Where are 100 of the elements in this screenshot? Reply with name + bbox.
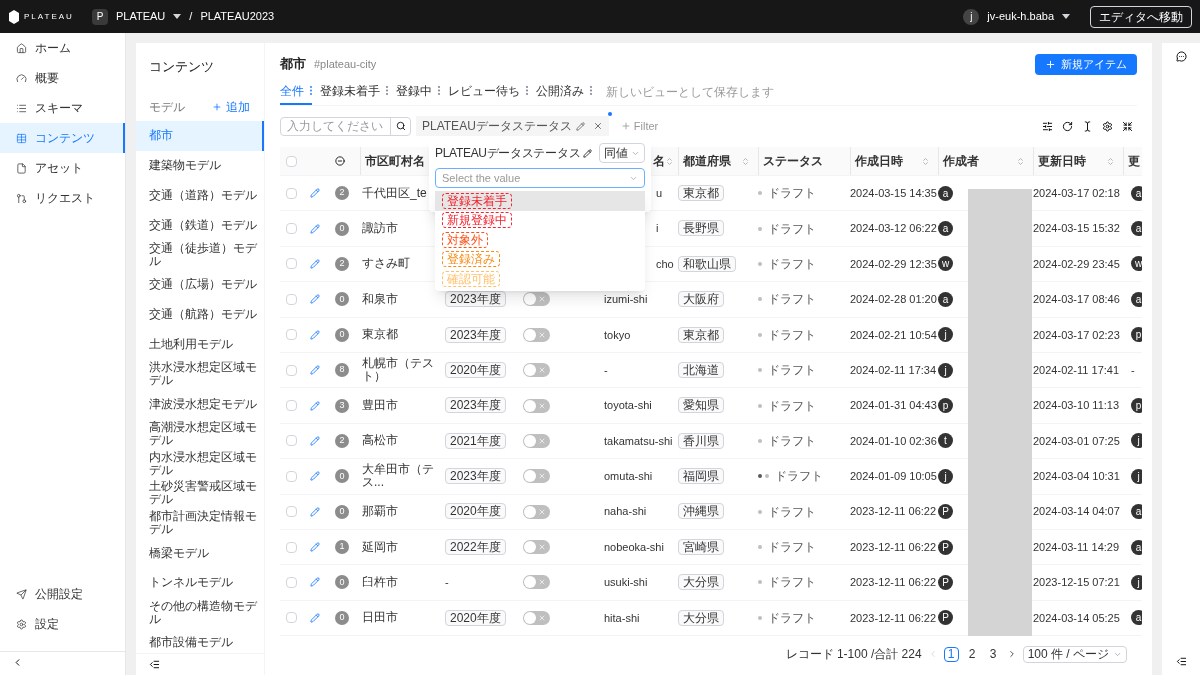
page-size-select[interactable]: 100 件 / ページ	[1022, 645, 1127, 663]
row-checkbox[interactable]	[286, 293, 297, 305]
model-item[interactable]: 都市設備モデル	[136, 627, 264, 653]
edit-icon[interactable]	[310, 258, 320, 269]
nav-item[interactable]: ホーム	[0, 33, 125, 63]
model-item[interactable]: 土砂災害警戒区域モデル	[136, 478, 264, 509]
search-field[interactable]: 入力してください	[280, 116, 411, 136]
model-item[interactable]: 都市計画決定情報モデル	[136, 508, 264, 539]
edit-icon[interactable]	[310, 471, 320, 482]
add-model-button[interactable]: 追加	[212, 98, 250, 116]
sort-icon[interactable]	[921, 156, 930, 166]
edit-icon[interactable]	[310, 542, 320, 553]
close-icon[interactable]	[592, 121, 603, 131]
editor-button[interactable]: エディタへ移動	[1090, 5, 1192, 28]
toggle-switch[interactable]	[523, 575, 550, 590]
operator-select[interactable]: 同値	[599, 143, 645, 163]
row-checkbox[interactable]	[286, 223, 297, 235]
model-item[interactable]: トンネルモデル	[136, 567, 264, 598]
model-item[interactable]: 交通（道路）モデル	[136, 180, 264, 211]
dropdown-option[interactable]: 新規登録中	[435, 210, 645, 230]
edit-icon[interactable]	[310, 188, 320, 199]
page-number[interactable]: 3	[985, 646, 1001, 662]
model-item[interactable]: 内水浸水想定区域モデル	[136, 448, 264, 479]
nav-item[interactable]: 設定	[0, 609, 125, 639]
new-item-button[interactable]: 新規アイテム	[1035, 53, 1137, 75]
model-item[interactable]: 建築物モデル	[136, 150, 264, 181]
edit-icon[interactable]	[310, 294, 320, 305]
model-item[interactable]: 都市	[136, 121, 264, 151]
model-item[interactable]: その他の構造物モデル	[136, 597, 264, 628]
density-icon[interactable]	[1082, 120, 1093, 132]
select-all-checkbox[interactable]	[286, 155, 297, 167]
view-tab[interactable]: 登録中	[396, 81, 432, 100]
row-checkbox[interactable]	[286, 470, 297, 482]
edit-icon[interactable]	[310, 365, 320, 376]
view-tab[interactable]: レビュー待ち	[448, 81, 520, 100]
row-checkbox[interactable]	[286, 506, 297, 518]
row-checkbox[interactable]	[286, 364, 297, 376]
sort-icon[interactable]	[1016, 156, 1025, 166]
edit-icon[interactable]	[583, 148, 593, 158]
view-tab[interactable]: 登録未着手	[320, 81, 380, 100]
comment-icon[interactable]	[1175, 51, 1187, 62]
nav-item[interactable]: コンテンツ	[0, 123, 125, 153]
table-cell: 2024-02-29 12:35	[850, 257, 937, 270]
nav-item[interactable]: スキーマ	[0, 93, 125, 123]
collapse-icon[interactable]	[1175, 656, 1187, 667]
fullscreen-icon[interactable]	[1122, 120, 1133, 132]
view-tab[interactable]: 全件	[280, 81, 304, 100]
model-item[interactable]: 交通（航路）モデル	[136, 299, 264, 330]
edit-icon[interactable]	[310, 435, 320, 446]
model-item[interactable]: 交通（広場）モデル	[136, 270, 264, 300]
nav-item[interactable]: 概要	[0, 63, 125, 93]
edit-icon[interactable]	[310, 400, 320, 411]
tag: 2020年度	[445, 361, 506, 378]
toggle-switch[interactable]	[523, 540, 550, 555]
edit-icon[interactable]	[310, 223, 320, 234]
sort-icon[interactable]	[741, 156, 750, 166]
toggle-switch[interactable]	[523, 610, 550, 625]
edit-icon[interactable]	[575, 121, 585, 131]
row-checkbox[interactable]	[286, 329, 297, 341]
model-item[interactable]: 土地利用モデル	[136, 329, 264, 360]
model-item[interactable]: 橋梁モデル	[136, 538, 264, 568]
sort-icon[interactable]	[665, 156, 674, 166]
row-checkbox[interactable]	[286, 577, 297, 588]
toggle-switch[interactable]	[523, 433, 550, 448]
comment-count: 0	[335, 221, 349, 236]
nav-item[interactable]: リクエスト	[0, 183, 125, 213]
search-icon[interactable]	[395, 121, 406, 131]
edit-icon[interactable]	[310, 329, 320, 340]
toggle-switch[interactable]	[523, 292, 550, 307]
edit-icon[interactable]	[310, 612, 320, 623]
edit-icon[interactable]	[310, 506, 320, 517]
page-number[interactable]: 2	[964, 646, 980, 662]
model-item[interactable]: 洪水浸水想定区域モデル	[136, 359, 264, 390]
user-menu[interactable]: jv-euk-h.baba	[987, 8, 1054, 25]
columns-icon[interactable]	[1042, 120, 1053, 132]
row-checkbox[interactable]	[286, 258, 297, 270]
toggle-switch[interactable]	[523, 327, 550, 342]
model-item[interactable]: 交通（鉄道）モデル	[136, 210, 264, 241]
toggle-switch[interactable]	[523, 398, 550, 413]
row-checkbox[interactable]	[286, 541, 297, 553]
toggle-switch[interactable]	[523, 363, 550, 378]
workspace-switcher[interactable]: PLATEAU	[116, 8, 166, 25]
page-number[interactable]: 1	[943, 646, 959, 662]
refresh-icon[interactable]	[1062, 120, 1073, 132]
model-item[interactable]: 高潮浸水想定区域モデル	[136, 418, 264, 449]
collapse-icon[interactable]	[149, 659, 160, 670]
edit-icon[interactable]	[310, 577, 320, 588]
nav-item[interactable]: アセット	[0, 153, 125, 183]
nav-item[interactable]: 公開設定	[0, 579, 125, 609]
toggle-switch[interactable]	[523, 469, 550, 484]
sort-icon[interactable]	[1106, 156, 1115, 166]
toggle-switch[interactable]	[523, 504, 550, 519]
row-checkbox[interactable]	[286, 400, 297, 412]
row-checkbox[interactable]	[286, 435, 297, 447]
settings-icon[interactable]	[1102, 120, 1113, 132]
model-item[interactable]: 津波浸水想定モデル	[136, 389, 264, 419]
view-tab[interactable]: 公開済み	[536, 81, 584, 100]
row-checkbox[interactable]	[286, 187, 297, 199]
model-item[interactable]: 交通（徒歩道）モデル	[136, 240, 264, 270]
row-checkbox[interactable]	[286, 612, 297, 624]
